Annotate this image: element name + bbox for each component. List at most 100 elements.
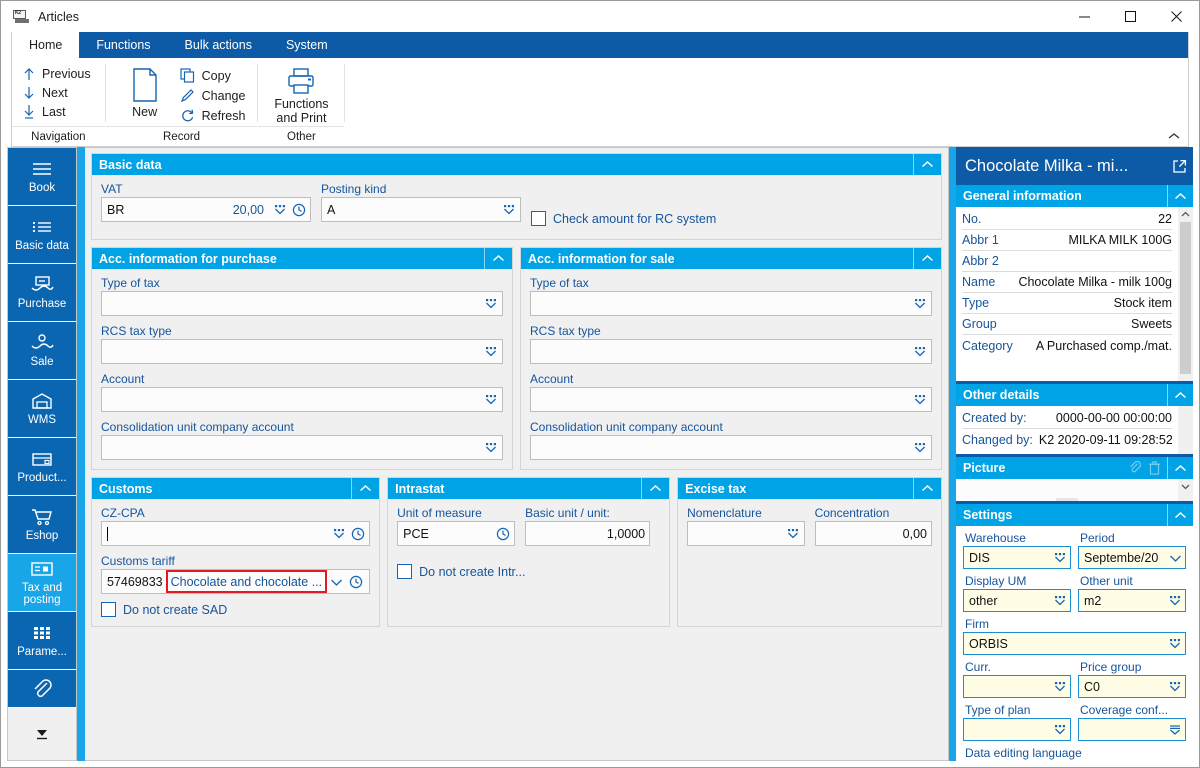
tab-system[interactable]: System — [269, 32, 345, 58]
minimize-icon[interactable] — [1061, 1, 1107, 32]
unit-of-measure-input[interactable]: PCE — [397, 521, 516, 546]
period-select[interactable]: Septembe/20 — [1078, 546, 1186, 569]
dropdown-list-icon[interactable] — [1053, 594, 1067, 607]
purchase-account-input[interactable] — [101, 387, 503, 412]
sale-rcs-tax-type-input[interactable] — [530, 339, 932, 364]
chevron-down-icon[interactable] — [330, 577, 343, 587]
chevron-up-icon[interactable] — [1167, 504, 1193, 526]
type-of-plan-select[interactable] — [963, 718, 1071, 741]
copy-button[interactable]: Copy — [176, 67, 250, 84]
sidebar-item-production[interactable]: Product... — [8, 438, 76, 496]
dropdown-list-icon[interactable] — [913, 345, 927, 358]
sidebar-item-purchase[interactable]: Purchase — [8, 264, 76, 322]
display-um-select[interactable]: other — [963, 589, 1071, 612]
sidebar-item-parameters[interactable]: Parame... — [8, 612, 76, 670]
maximize-icon[interactable] — [1107, 1, 1153, 32]
close-icon[interactable] — [1153, 1, 1199, 32]
tab-home[interactable]: Home — [12, 32, 80, 58]
history-clock-icon[interactable] — [349, 575, 363, 589]
dropdown-list-icon[interactable] — [786, 527, 800, 540]
history-clock-icon[interactable] — [351, 527, 365, 541]
dropdown-list-icon[interactable] — [502, 203, 516, 216]
curr-select[interactable] — [963, 675, 1071, 698]
new-button[interactable]: New — [114, 63, 176, 119]
dropdown-list-icon[interactable] — [913, 393, 927, 406]
chevron-up-icon[interactable] — [913, 248, 941, 269]
chevron-up-icon[interactable] — [913, 478, 941, 499]
expand-down-icon[interactable] — [8, 708, 76, 760]
purchase-consolidation-unit-account-input[interactable] — [101, 435, 503, 460]
dropdown-list-icon[interactable] — [273, 203, 287, 216]
next-button[interactable]: Next — [20, 84, 97, 102]
other-unit-select[interactable]: m2 — [1078, 589, 1186, 612]
previous-button[interactable]: Previous — [20, 65, 97, 83]
dropdown-list-icon[interactable] — [1168, 637, 1182, 650]
posting-kind-field[interactable]: A — [321, 197, 521, 222]
dropdown-list-icon[interactable] — [913, 441, 927, 454]
dropdown-list-icon[interactable] — [1053, 551, 1067, 564]
history-clock-icon[interactable] — [496, 527, 510, 541]
sidebar-item-sale[interactable]: Sale — [8, 322, 76, 380]
do-not-create-intrastat-checkbox[interactable]: Do not create Intr... — [397, 564, 660, 579]
vat-field[interactable]: BR 20,00 — [101, 197, 311, 222]
basic-unit-input[interactable]: 1,0000 — [525, 521, 651, 546]
purchase-type-of-tax-input[interactable] — [101, 291, 503, 316]
picture-scrollbar[interactable] — [1178, 479, 1193, 501]
dropdown-list-icon[interactable] — [484, 297, 498, 310]
concentration-input[interactable]: 0,00 — [814, 521, 932, 546]
dropdown-list-icon[interactable] — [484, 345, 498, 358]
scroll-down-icon[interactable] — [1181, 479, 1190, 494]
scroll-up-icon[interactable] — [1181, 207, 1190, 222]
refresh-button[interactable]: Refresh — [176, 107, 250, 124]
check-rc-system-checkbox[interactable]: Check amount for RC system — [531, 211, 716, 226]
dropdown-list-icon[interactable] — [1053, 680, 1067, 693]
chevron-up-icon[interactable] — [351, 478, 379, 499]
nomenclature-input[interactable] — [687, 521, 805, 546]
chevron-up-icon[interactable] — [913, 154, 941, 175]
functions-and-print-button[interactable]: Functions and Print — [266, 63, 336, 125]
sidebar-item-attachments[interactable] — [8, 670, 76, 708]
do-not-create-sad-checkbox[interactable]: Do not create SAD — [101, 602, 370, 617]
chevron-up-icon[interactable] — [1166, 128, 1182, 144]
sidebar-item-basic-data[interactable]: Basic data — [8, 206, 76, 264]
tab-bulk-actions[interactable]: Bulk actions — [168, 32, 269, 58]
detail-scrollbar-lower[interactable] — [1178, 406, 1193, 454]
chevron-up-icon[interactable] — [1167, 185, 1193, 207]
sidebar-item-tax-and-posting[interactable]: Tax and posting — [8, 554, 76, 612]
dropdown-list-icon[interactable] — [913, 297, 927, 310]
coverage-conf-select[interactable] — [1078, 718, 1186, 741]
chevron-up-icon[interactable] — [641, 478, 669, 499]
sidebar-item-wms[interactable]: WMS — [8, 380, 76, 438]
chevron-down-icon[interactable] — [1169, 553, 1182, 563]
dropdown-list-icon[interactable] — [1168, 680, 1182, 693]
dropdown-lines-icon[interactable] — [1168, 723, 1182, 736]
paperclip-icon[interactable] — [1128, 461, 1142, 475]
chevron-up-icon[interactable] — [1167, 457, 1193, 479]
external-link-icon[interactable] — [1172, 159, 1187, 174]
dropdown-list-icon[interactable] — [332, 527, 346, 540]
sale-account-input[interactable] — [530, 387, 932, 412]
firm-select[interactable]: ORBIS — [963, 632, 1186, 655]
sale-type-of-tax-input[interactable] — [530, 291, 932, 316]
cz-cpa-input[interactable] — [101, 521, 371, 546]
sidebar-item-eshop[interactable]: Eshop — [8, 496, 76, 554]
trash-icon[interactable] — [1148, 461, 1161, 475]
chevron-up-icon[interactable] — [484, 248, 512, 269]
warehouse-select[interactable]: DIS — [963, 546, 1071, 569]
dropdown-list-icon[interactable] — [1053, 723, 1067, 736]
history-clock-icon[interactable] — [292, 203, 306, 217]
chevron-up-icon[interactable] — [1167, 384, 1193, 406]
dropdown-list-icon[interactable] — [484, 393, 498, 406]
sale-consolidation-unit-account-input[interactable] — [530, 435, 932, 460]
dropdown-list-icon[interactable] — [484, 441, 498, 454]
price-group-select[interactable]: C0 — [1078, 675, 1186, 698]
sidebar-item-book[interactable]: Book — [8, 148, 76, 206]
dropdown-list-icon[interactable] — [1168, 594, 1182, 607]
customs-tariff-input[interactable]: 57469833 Chocolate and chocolate ... — [101, 569, 371, 594]
change-button[interactable]: Change — [176, 87, 250, 104]
tab-functions[interactable]: Functions — [79, 32, 167, 58]
last-button[interactable]: Last — [20, 103, 97, 121]
purchase-rcs-tax-type-input[interactable] — [101, 339, 503, 364]
detail-scrollbar[interactable] — [1178, 207, 1193, 381]
scroll-thumb[interactable] — [1180, 222, 1191, 374]
